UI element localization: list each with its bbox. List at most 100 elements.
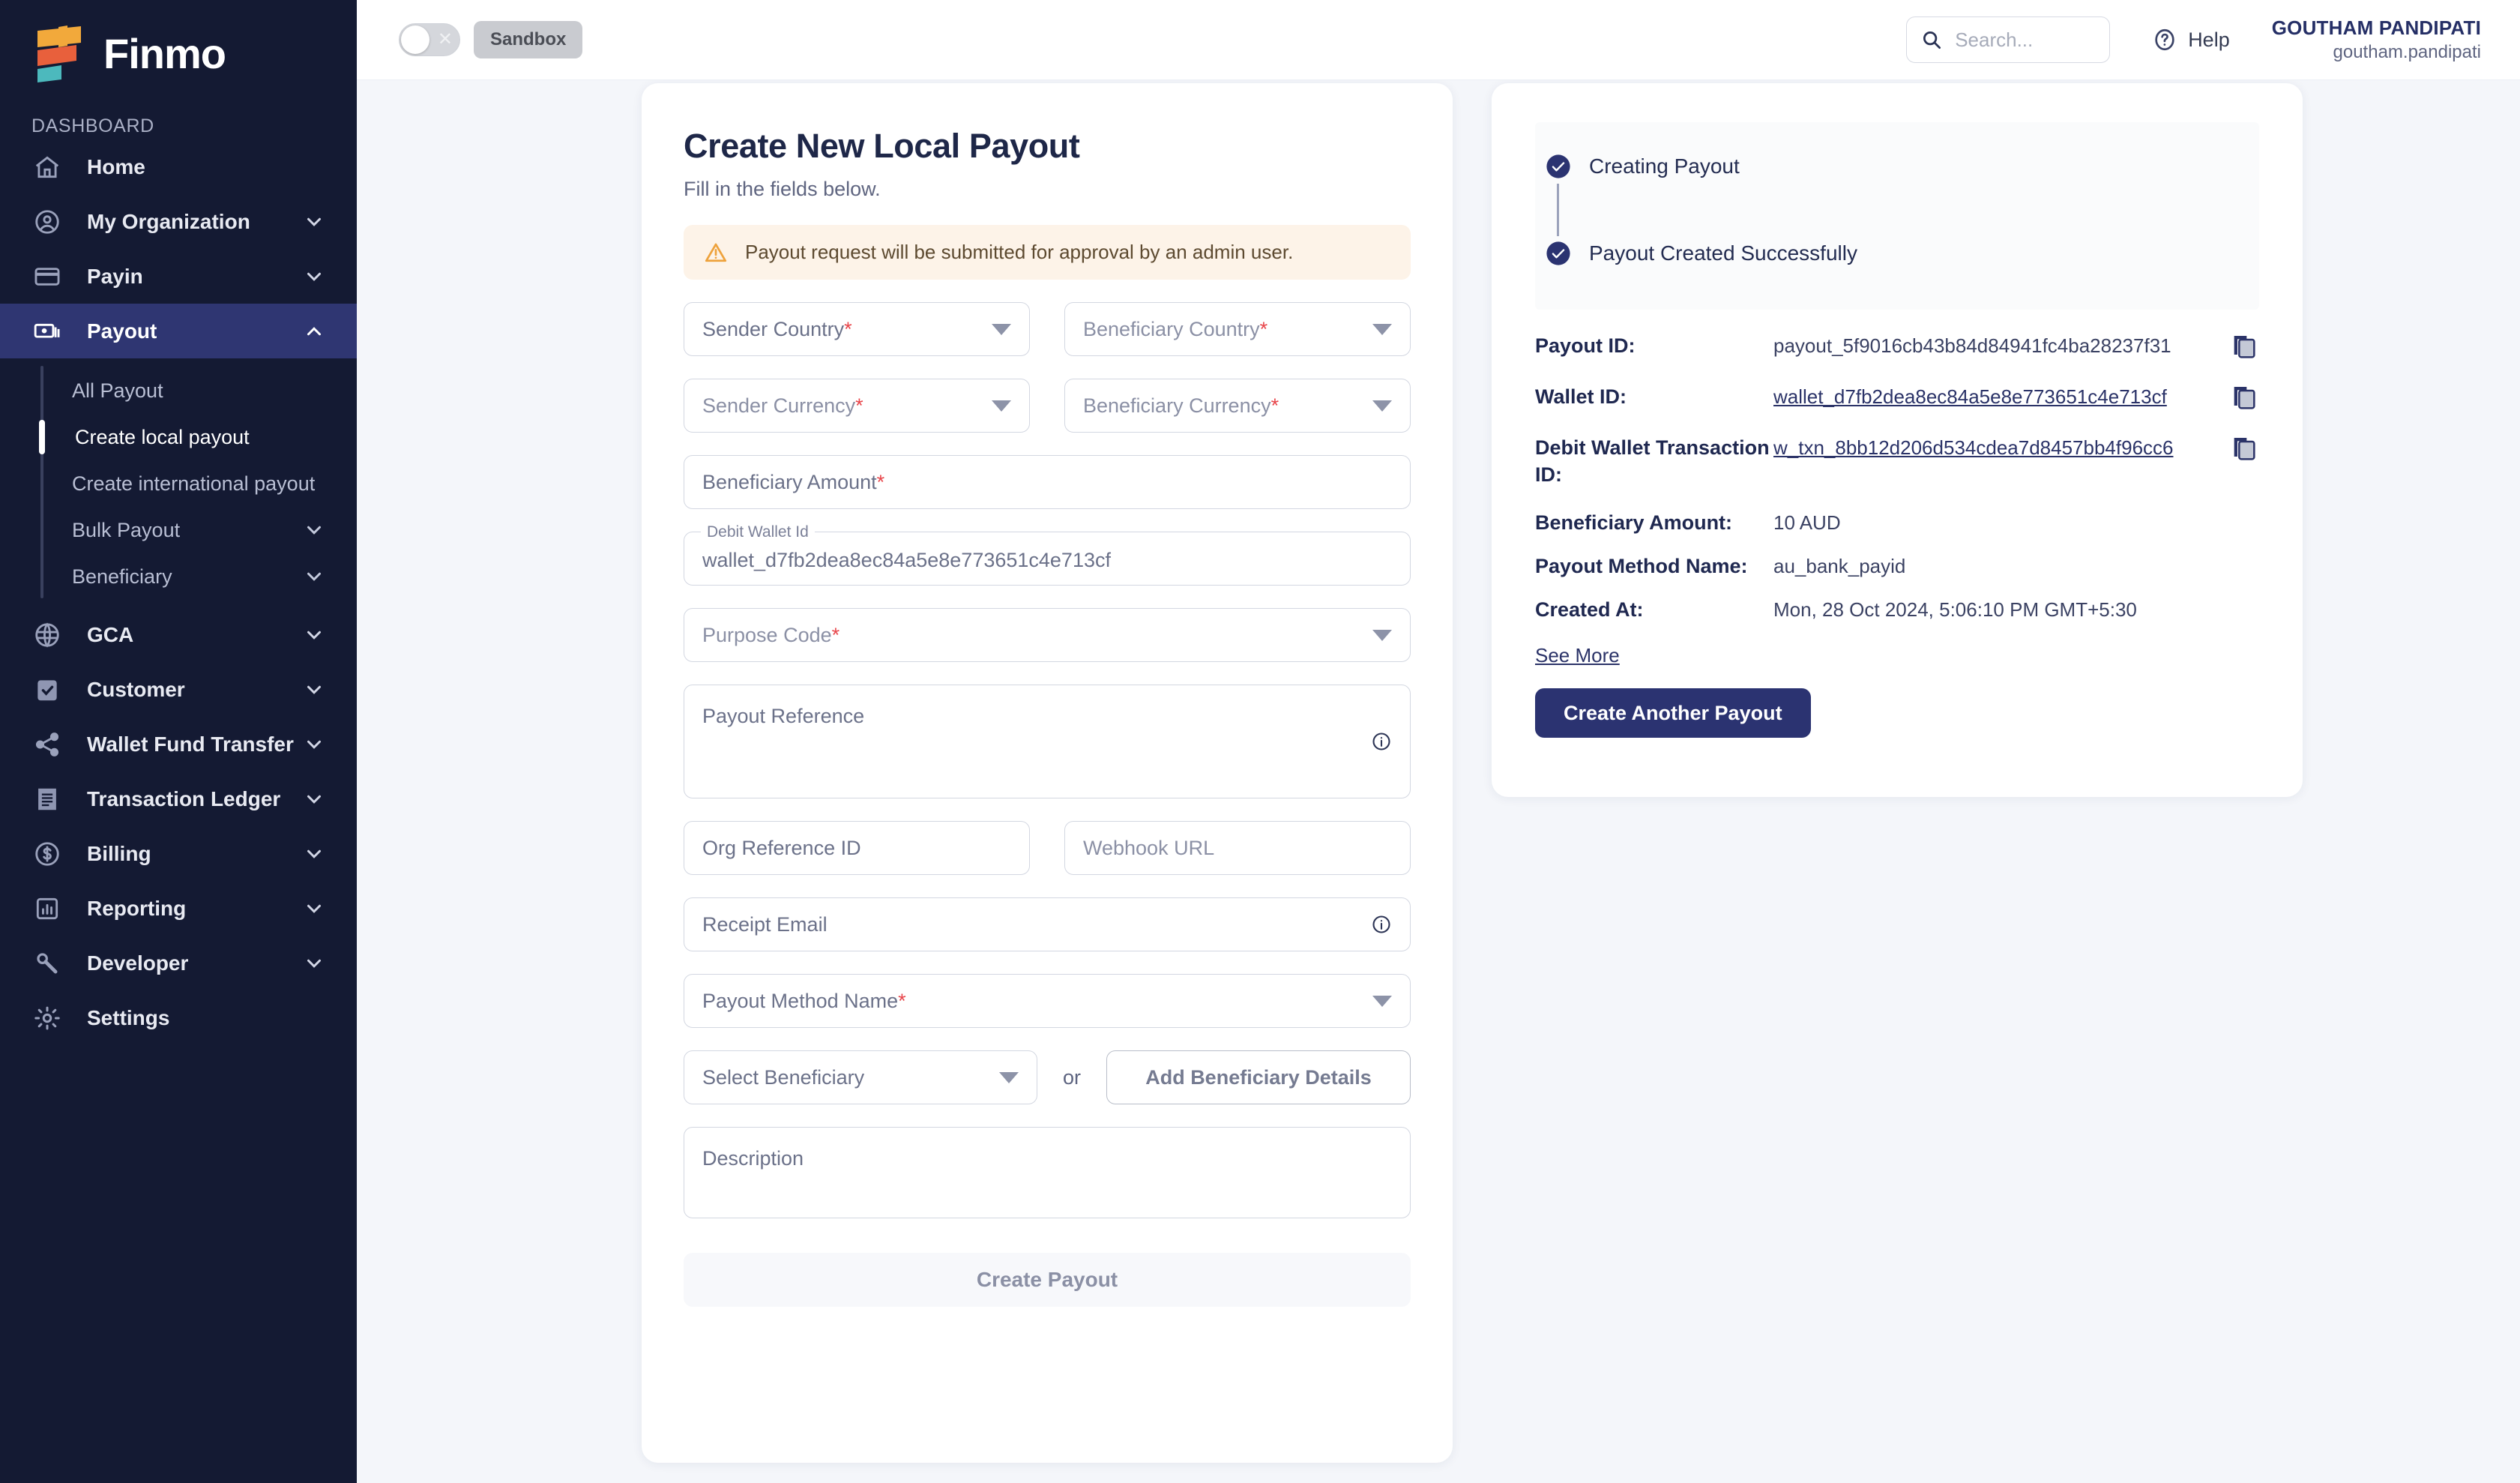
detail-row-debit-wallet-transaction-id: Debit Wallet Transaction ID: w_txn_8bb12… [1535,434,2259,488]
field-placeholder: Beneficiary Currency [1083,394,1271,417]
field-label: Debit Wallet Id [701,522,815,543]
sidebar: Finmo DASHBOARD Home My Organization Pay… [0,0,357,1483]
sidebar-nav: Home My Organization Payin Payout All Pa… [0,139,357,1045]
active-indicator [39,513,45,547]
field-placeholder: Sender Country [702,317,845,340]
search-input[interactable]: Search... [1906,16,2111,63]
detail-row-payout-method-name: Payout Method Name: au_bank_payid [1535,553,2259,580]
sidebar-item-developer[interactable]: Developer [0,936,357,990]
main-area: ✕ Sandbox Search... Help GOUTHAM PANDIPA… [357,0,2520,1483]
detail-value-link[interactable]: w_txn_8bb12d206d534cdea7d8457bb4f96cc6 [1773,434,2213,461]
detail-key: Wallet ID: [1535,385,1627,408]
org-reference-id-input[interactable]: Org Reference ID [684,821,1030,875]
chevron-down-icon [303,211,325,233]
create-another-payout-button[interactable]: Create Another Payout [1535,688,1811,738]
add-beneficiary-details-button[interactable]: Add Beneficiary Details [1106,1050,1411,1104]
detail-key: Debit Wallet Transaction ID: [1535,436,1770,486]
sidebar-item-transaction-ledger[interactable]: Transaction Ledger [0,771,357,826]
sidebar-subitem-beneficiary[interactable]: Beneficiary [0,553,357,600]
chevron-down-icon [1372,629,1392,641]
user-name: GOUTHAM PANDIPATI [2271,16,2481,39]
share-nodes-icon [31,729,63,760]
field-placeholder: Beneficiary Amount [702,470,877,493]
active-indicator [39,466,45,501]
active-indicator [39,559,45,594]
info-icon[interactable] [1371,914,1392,935]
banknote-icon [31,316,63,347]
chevron-down-icon [303,519,325,541]
chevron-down-icon [992,323,1011,335]
sidebar-subitem-create-local-payout[interactable]: Create local payout [0,414,357,460]
debit-wallet-id-input[interactable]: Debit Wallet Id wallet_d7fb2dea8ec84a5e8… [684,522,1411,586]
sidebar-item-home[interactable]: Home [0,139,357,194]
sidebar-item-reporting[interactable]: Reporting [0,881,357,936]
copy-icon[interactable] [2229,383,2259,413]
beneficiary-country-select[interactable]: Beneficiary Country * [1064,302,1411,356]
detail-value-link[interactable]: wallet_d7fb2dea8ec84a5e8e773651c4e713cf [1773,383,2213,410]
step-label: Payout Created Successfully [1589,241,1857,265]
beneficiary-amount-input[interactable]: Beneficiary Amount * [684,455,1411,509]
environment-switcher: ✕ Sandbox [399,21,583,58]
approval-warning-banner: Payout request will be submitted for app… [684,225,1411,280]
user-circle-icon [31,206,63,238]
sidebar-subitem-all-payout[interactable]: All Payout [0,367,357,414]
chevron-down-icon [303,897,325,920]
chevron-down-icon [303,788,325,810]
sidebar-item-customer[interactable]: Customer [0,662,357,717]
info-icon[interactable] [1371,731,1392,752]
payout-progress-stepper: Creating Payout Payout Created Successfu… [1535,122,2259,310]
see-more-link[interactable]: See More [1535,644,1620,667]
create-payout-button[interactable]: Create Payout [684,1253,1411,1307]
sidebar-item-settings[interactable]: Settings [0,990,357,1045]
select-beneficiary-select[interactable]: Select Beneficiary [684,1050,1037,1104]
gear-icon [31,1002,63,1034]
sidebar-item-billing[interactable]: Billing [0,826,357,881]
search-icon [1920,28,1943,51]
active-indicator [39,420,45,454]
page-subtitle: Fill in the fields below. [684,178,881,200]
sidebar-item-label: Transaction Ledger [87,786,281,810]
sidebar-item-my-organization[interactable]: My Organization [0,194,357,249]
chevron-down-icon [303,679,325,701]
sidebar-item-gca[interactable]: GCA [0,607,357,662]
copy-icon[interactable] [2229,434,2259,464]
active-indicator [39,373,45,408]
sidebar-item-wallet-fund-transfer[interactable]: Wallet Fund Transfer [0,717,357,771]
user-menu[interactable]: GOUTHAM PANDIPATI goutham.pandipati [2272,16,2481,63]
sidebar-item-label: Payout [87,319,157,343]
payout-reference-textarea[interactable]: Payout Reference [684,685,1411,798]
sidebar-subitem-label: Create local payout [75,425,250,448]
required-marker: * [1259,317,1268,340]
webhook-url-input[interactable]: Webhook URL [1064,821,1411,875]
beneficiary-currency-select[interactable]: Beneficiary Currency * [1064,379,1411,433]
brand[interactable]: Finmo [0,0,357,84]
description-textarea[interactable]: Description [684,1127,1411,1218]
sender-country-select[interactable]: Sender Country * [684,302,1030,356]
question-circle-icon [2152,27,2177,52]
sidebar-item-payin[interactable]: Payin [0,249,357,304]
copy-icon[interactable] [2229,332,2259,362]
beneficiary-amount-row: Beneficiary Amount * [684,455,1411,509]
sender-currency-select[interactable]: Sender Currency * [684,379,1030,433]
detail-key: Beneficiary Amount: [1535,511,1733,534]
globe-icon [31,619,63,651]
payout-result-card: Creating Payout Payout Created Successfu… [1492,83,2303,797]
sidebar-subitem-bulk-payout[interactable]: Bulk Payout [0,507,357,553]
dollar-circle-icon [31,838,63,870]
payout-method-name-select[interactable]: Payout Method Name * [684,974,1411,1028]
debit-wallet-id-row: Debit Wallet Id wallet_d7fb2dea8ec84a5e8… [684,522,1411,586]
help-button[interactable]: Help [2152,27,2230,52]
status-badge: Sandbox [474,21,583,58]
sidebar-subitem-create-international-payout[interactable]: Create international payout [0,460,357,507]
chevron-down-icon [1372,995,1392,1007]
toggle-off-x-icon[interactable]: ✕ [399,23,460,56]
receipt-email-input[interactable]: Receipt Email [684,897,1411,951]
sidebar-item-label: GCA [87,622,134,646]
field-placeholder: Purpose Code [702,623,832,646]
purpose-code-select[interactable]: Purpose Code * [684,608,1411,662]
sidebar-item-label: My Organization [87,209,250,233]
step-payout-created: Payout Created Successfully [1535,241,2259,266]
purpose-code-row: Purpose Code * [684,608,1411,662]
topbar: ✕ Sandbox Search... Help GOUTHAM PANDIPA… [357,0,2520,80]
sidebar-item-payout[interactable]: Payout [0,304,357,358]
